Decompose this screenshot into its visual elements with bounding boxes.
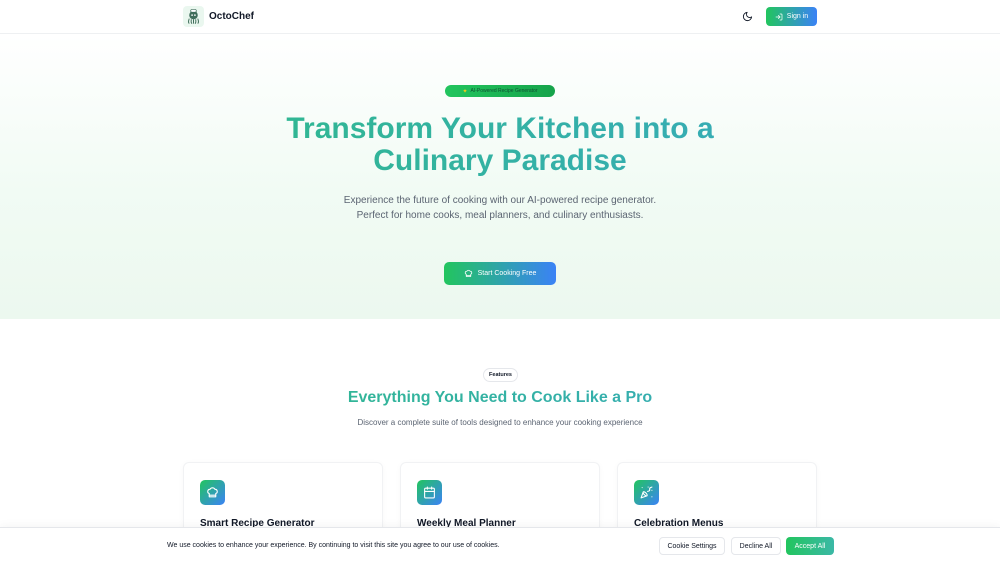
sign-in-label: Sign in bbox=[786, 13, 809, 20]
chef-hat-icon bbox=[200, 480, 225, 505]
hero-title: Transform Your Kitchen into a Culinary P… bbox=[0, 113, 1000, 177]
hero-badge-text: AI-Powered Recipe Generator bbox=[470, 88, 538, 94]
moon-icon bbox=[742, 11, 753, 22]
octopus-chef-logo bbox=[183, 6, 204, 27]
start-cooking-label: Start Cooking Free bbox=[477, 270, 537, 277]
top-nav: OctoChef Sign in bbox=[0, 0, 1000, 34]
features-badge: Features bbox=[483, 368, 518, 382]
calendar-icon bbox=[417, 480, 442, 505]
accept-all-button[interactable]: Accept All bbox=[786, 537, 834, 555]
theme-toggle-button[interactable] bbox=[739, 8, 756, 25]
login-icon bbox=[775, 13, 783, 20]
cookie-consent-bar: We use cookies to enhance your experienc… bbox=[0, 527, 1000, 563]
brand[interactable]: OctoChef bbox=[183, 6, 254, 27]
decline-all-button[interactable]: Decline All bbox=[731, 537, 781, 555]
features-subtitle: Discover a complete suite of tools desig… bbox=[357, 418, 643, 427]
hero-title-line1: Transform Your Kitchen into a bbox=[286, 112, 714, 145]
hero-section: ✦ AI-Powered Recipe Generator Transform … bbox=[0, 35, 1000, 319]
party-popper-icon bbox=[634, 480, 659, 505]
cookie-message: We use cookies to enhance your experienc… bbox=[167, 542, 500, 549]
cookie-settings-button[interactable]: Cookie Settings bbox=[659, 537, 725, 555]
sparkles-icon: ✦ bbox=[462, 88, 468, 95]
chef-hat-icon bbox=[464, 269, 472, 277]
start-cooking-button[interactable]: Start Cooking Free bbox=[444, 262, 556, 285]
hero-title-line2: Culinary Paradise bbox=[373, 144, 627, 177]
sign-in-button[interactable]: Sign in bbox=[766, 7, 817, 26]
features-title: Everything You Need to Cook Like a Pro bbox=[0, 389, 1000, 407]
hero-badge: ✦ AI-Powered Recipe Generator bbox=[445, 85, 555, 97]
brand-name: OctoChef bbox=[209, 11, 254, 22]
hero-subtitle: Experience the future of cooking with ou… bbox=[343, 195, 657, 221]
